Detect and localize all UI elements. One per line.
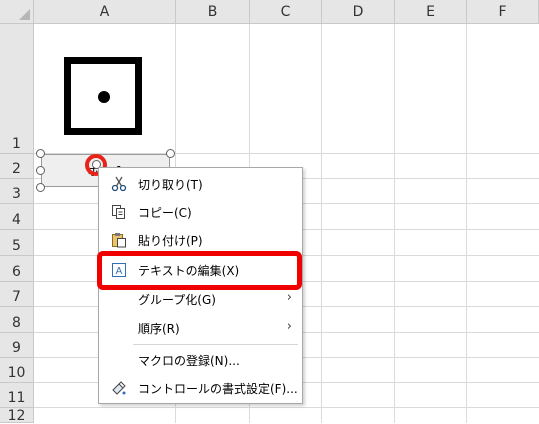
select-all-triangle-icon: [19, 9, 30, 20]
row-header-12[interactable]: 12: [0, 408, 34, 424]
menu-item-label: コピー(C): [138, 206, 192, 220]
resize-handle-top-left[interactable]: [36, 149, 45, 158]
menu-item-copy[interactable]: コピー(C): [99, 198, 302, 226]
menu-item-label: 切り取り(T): [138, 178, 203, 192]
copy-icon: [112, 205, 125, 219]
scissors-icon: [111, 176, 127, 192]
shape-dot-icon: [98, 91, 110, 103]
menu-item-cut[interactable]: 切り取り(T): [99, 170, 302, 198]
row-header-4[interactable]: 4: [0, 204, 34, 230]
row-header-7[interactable]: 7: [0, 282, 34, 307]
row-header-11[interactable]: 11: [0, 383, 34, 408]
column-header-c[interactable]: C: [250, 0, 322, 24]
column-header-a[interactable]: A: [34, 0, 176, 24]
resize-handle-middle-left[interactable]: [36, 166, 45, 175]
menu-item-label: 貼り付け(P): [138, 234, 203, 248]
square-dot-shape[interactable]: [64, 57, 142, 135]
row-header-9[interactable]: 9: [0, 333, 34, 358]
menu-item-label: 順序(R): [138, 322, 180, 336]
menu-item-order[interactable]: 順序(R) ›: [99, 314, 302, 342]
resize-handle-bottom-left[interactable]: [36, 183, 45, 192]
menu-item-label: グループ化(G): [138, 293, 216, 307]
select-all-corner[interactable]: [0, 0, 34, 24]
submenu-arrow-icon: ›: [286, 319, 292, 334]
row-header-3[interactable]: 3: [0, 179, 34, 204]
format-control-icon: [112, 381, 126, 395]
gridline: [34, 407, 539, 408]
resize-handle-top-right[interactable]: [166, 149, 175, 158]
red-highlight-box: [97, 251, 302, 290]
shape-inner: [71, 64, 135, 128]
gridline: [466, 24, 467, 423]
menu-item-assign-macro[interactable]: マクロの登録(N)...: [99, 346, 302, 374]
gridline: [394, 24, 395, 423]
row-header-10[interactable]: 10: [0, 358, 34, 383]
column-header-e[interactable]: E: [395, 0, 467, 24]
menu-item-format-control[interactable]: コントロールの書式設定(F)...: [99, 374, 302, 402]
row-header-6[interactable]: 6: [0, 256, 34, 282]
gridline: [321, 24, 322, 423]
column-header-f[interactable]: F: [467, 0, 539, 24]
row-header-2[interactable]: 2: [0, 154, 34, 179]
row-header-1[interactable]: 1: [0, 24, 34, 154]
column-header-b[interactable]: B: [176, 0, 250, 24]
menu-item-paste[interactable]: 貼り付け(P): [99, 226, 302, 254]
submenu-arrow-icon: ›: [286, 290, 292, 305]
menu-item-label: マクロの登録(N)...: [138, 354, 240, 368]
paste-icon: [112, 233, 126, 248]
row-header-8[interactable]: 8: [0, 307, 34, 333]
menu-separator: [133, 344, 298, 345]
column-header-d[interactable]: D: [322, 0, 395, 24]
menu-item-label: コントロールの書式設定(F)...: [138, 382, 298, 396]
row-header-5[interactable]: 5: [0, 230, 34, 256]
